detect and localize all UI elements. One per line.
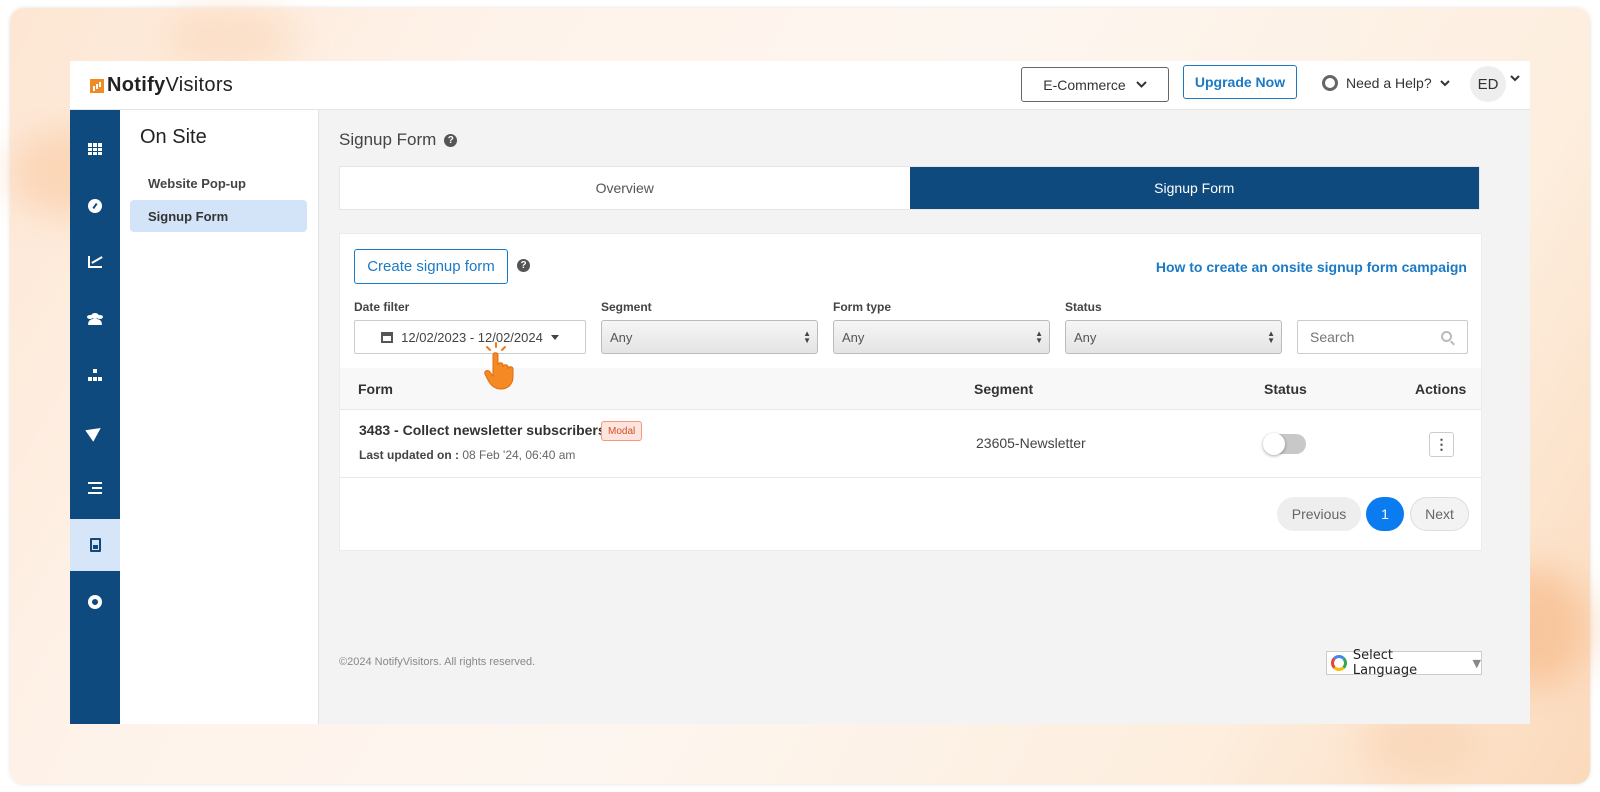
tab-signup-form[interactable]: Signup Form [909, 167, 1479, 209]
footer-copyright: ©2024 NotifyVisitors. All rights reserve… [339, 656, 536, 668]
rail-item-apps[interactable] [70, 123, 120, 175]
updown-arrows-icon: ▲ ▼ [1267, 329, 1275, 345]
howto-link[interactable]: How to create an onsite signup form camp… [1156, 259, 1467, 275]
formtype-select-value: Any [842, 329, 865, 345]
apps-grid-icon [88, 143, 102, 155]
send-icon [85, 422, 105, 442]
dashboard-gauge-icon [88, 199, 102, 213]
chevron-down-icon [1136, 81, 1147, 88]
language-label: Select Language [1352, 648, 1418, 678]
pagination-next[interactable]: Next [1410, 497, 1469, 531]
pagination-page-1[interactable]: 1 [1366, 497, 1404, 531]
google-icon [1331, 655, 1347, 671]
rail-item-sitemap[interactable] [70, 349, 120, 401]
list-icon [88, 482, 102, 494]
sidebar-item-website-popup[interactable]: Website Pop-up [130, 167, 307, 199]
sitemap-icon [88, 369, 102, 381]
form-name[interactable]: 3483 - Collect newsletter subscribers [359, 422, 606, 438]
calendar-icon [381, 331, 394, 343]
icon-rail [70, 110, 120, 724]
status-toggle[interactable] [1263, 433, 1306, 455]
account-select-label: E-Commerce [1043, 76, 1126, 93]
analytics-chart-icon [88, 256, 102, 268]
tab-overview[interactable]: Overview [340, 167, 910, 209]
column-status: Status [1264, 381, 1307, 397]
column-segment: Segment [974, 381, 1034, 397]
onsite-sidebar: On Site Website Pop-up Signup Form [120, 110, 319, 724]
rail-item-send[interactable] [70, 406, 120, 458]
top-bar: Notify Visitors E-Commerce Upgrade Now N… [70, 61, 1530, 110]
language-selector[interactable]: Select Language ▼ [1326, 648, 1482, 678]
date-range-picker[interactable]: 12/02/2023 - 12/02/2024 [354, 320, 586, 354]
column-form: Form [358, 381, 393, 397]
updown-arrows-icon: ▲ ▼ [803, 329, 811, 345]
logo-text-bold: Notify [107, 74, 166, 96]
pointer-hand-icon [484, 342, 514, 390]
date-filter-label: Date filter [354, 300, 410, 314]
upgrade-now-button[interactable]: Upgrade Now [1183, 65, 1297, 99]
column-actions: Actions [1415, 381, 1467, 397]
pagination-previous[interactable]: Previous [1277, 497, 1361, 531]
logo-text: Visitors [165, 74, 234, 96]
status-filter-label: Status [1065, 300, 1102, 314]
table-row: 3483 - Collect newsletter subscribers Mo… [340, 410, 1481, 478]
sidebar-title: On Site [140, 126, 207, 148]
chevron-down-icon[interactable] [1510, 75, 1520, 82]
last-updated-label: Last updated on : [359, 448, 459, 462]
help-question-icon[interactable]: ? [517, 259, 530, 272]
rail-item-list[interactable] [70, 462, 120, 514]
page-title-text: Signup Form [339, 130, 437, 149]
app-window: Notify Visitors E-Commerce Upgrade Now N… [70, 61, 1530, 724]
signup-form-doc-icon [89, 538, 101, 552]
sidebar-item-signup-form[interactable]: Signup Form [130, 200, 307, 232]
chevron-down-icon [1439, 79, 1450, 86]
segment-filter-label: Segment [601, 300, 652, 314]
formtype-select[interactable]: Any ▲ ▼ [833, 320, 1050, 354]
rail-item-signup-form[interactable] [70, 519, 120, 571]
rail-item-settings[interactable] [70, 576, 120, 628]
last-updated-value: 08 Feb '24, 06:40 am [462, 448, 576, 462]
updown-arrows-icon: ▲ ▼ [1035, 329, 1043, 345]
form-type-badge: Modal [601, 421, 643, 441]
logo-icon [90, 78, 104, 93]
dropdown-caret-icon: ▼ [1472, 656, 1481, 670]
page-title: Signup Form ? [339, 130, 458, 150]
segment-select-value: Any [610, 329, 633, 345]
segment-select[interactable]: Any ▲ ▼ [601, 320, 818, 354]
search-icon [1441, 331, 1452, 342]
actions-kebab-button[interactable]: ⋮ [1429, 432, 1454, 457]
caret-down-icon [550, 334, 559, 340]
more-vertical-icon: ⋮ [1434, 436, 1449, 452]
status-select[interactable]: Any ▲ ▼ [1065, 320, 1282, 354]
tab-bar: Overview Signup Form [339, 166, 1480, 210]
row-segment: 23605-Newsletter [976, 435, 1086, 451]
formtype-filter-label: Form type [833, 300, 892, 314]
help-menu[interactable]: Need a Help? [1322, 75, 1450, 91]
lifebuoy-icon [1322, 75, 1338, 91]
rail-item-dashboard[interactable] [70, 180, 120, 232]
status-select-value: Any [1074, 329, 1097, 345]
last-updated: Last updated on : 08 Feb '24, 06:40 am [359, 448, 575, 462]
logo[interactable]: Notify Visitors [90, 74, 233, 97]
account-select[interactable]: E-Commerce [1021, 67, 1169, 102]
rail-item-analytics[interactable] [70, 236, 120, 288]
create-signup-form-button[interactable]: Create signup form [354, 249, 508, 284]
rail-item-audience[interactable] [70, 293, 120, 345]
avatar[interactable]: ED [1470, 66, 1506, 102]
forms-card: Create signup form ? How to create an on… [339, 233, 1482, 551]
settings-gear-icon [89, 596, 101, 608]
help-question-icon[interactable]: ? [444, 133, 458, 147]
audience-users-icon [87, 313, 103, 325]
help-label: Need a Help? [1346, 75, 1432, 91]
